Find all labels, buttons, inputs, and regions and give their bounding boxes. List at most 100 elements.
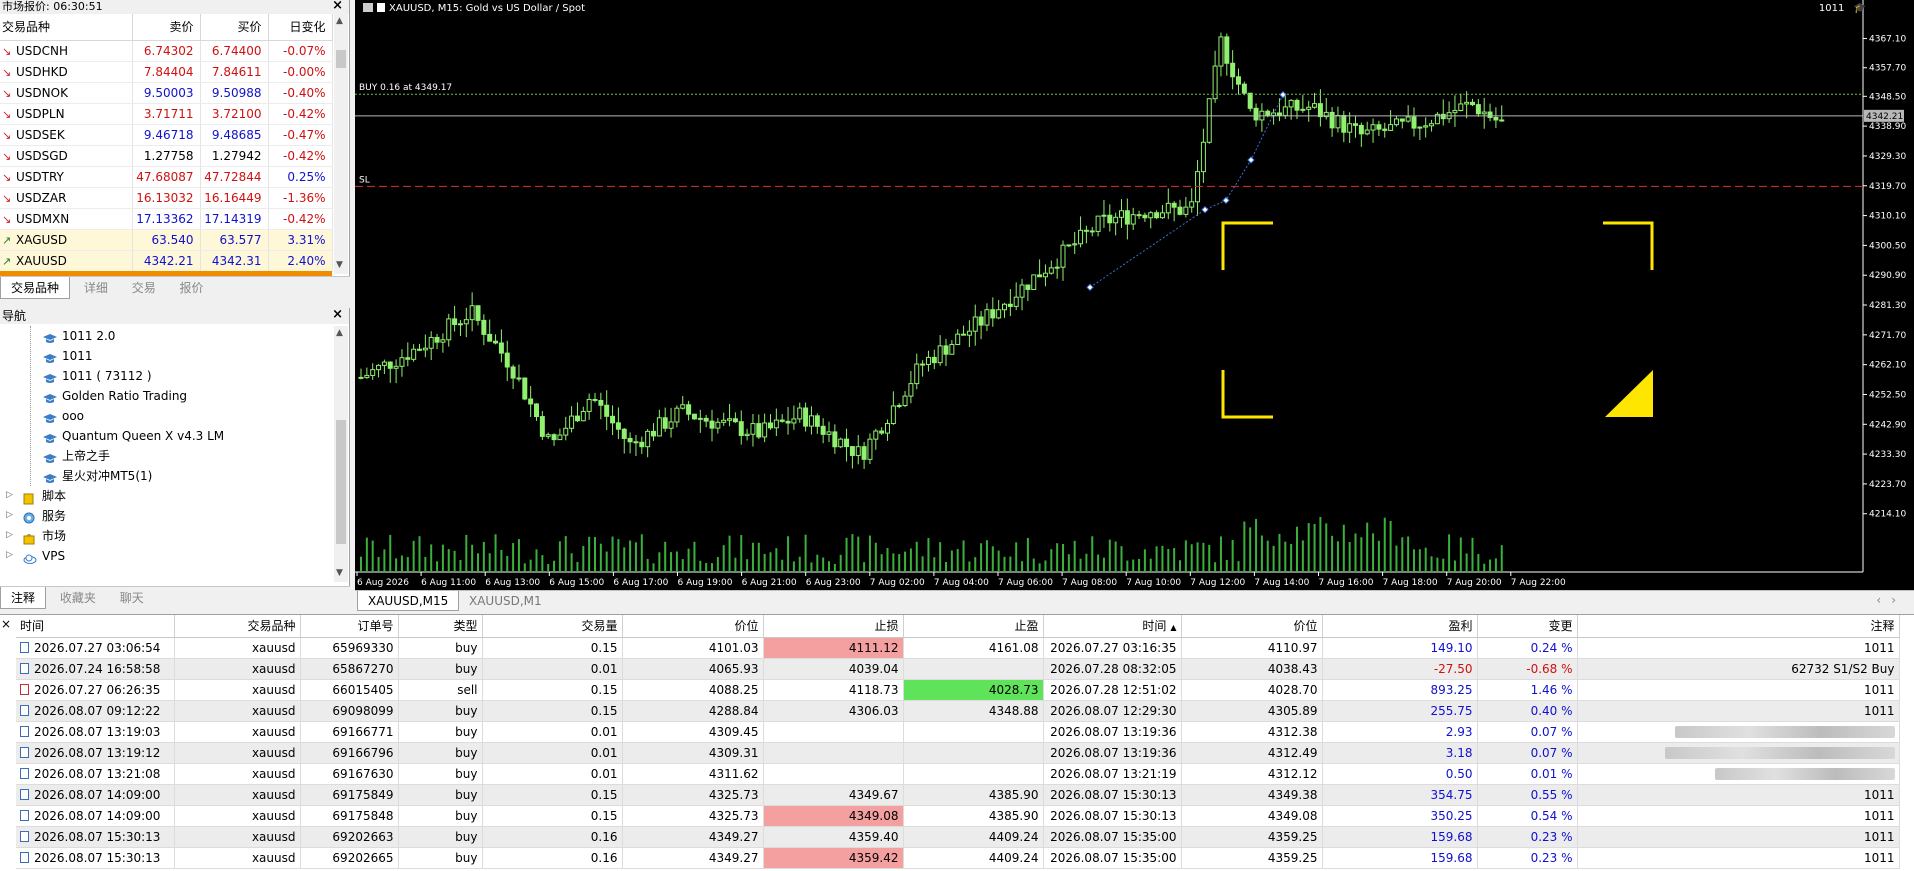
symbol-cell[interactable]: ↘ USDZAR (0, 187, 133, 209)
navigator-folder-item[interactable]: VPS (22, 546, 65, 566)
column-header-volume[interactable]: 交易量 (482, 615, 623, 638)
navigator-expert-item[interactable]: ooo (42, 406, 84, 426)
symbol-cell[interactable]: ↘ USDTRY (0, 166, 133, 188)
chart-canvas[interactable]: 4367.10 4357.70 4348.50 4338.90 4329.30 4319.… (355, 0, 1914, 590)
list-item[interactable]: ↘ USDZAR 16.13032 16.16449 -1.36% (0, 187, 333, 209)
list-item[interactable]: ↘ USDHKD 7.84404 7.84611 -0.00% (0, 61, 333, 83)
expert-cap-icon[interactable]: 🎓 (1854, 3, 1866, 14)
table-row[interactable]: 2026.08.07 09:12:22 xauusd 69098099 buy 0.15… (16, 700, 1900, 722)
list-item[interactable]: ↘ USDTRY 47.68087 47.72844 0.25% (0, 166, 333, 188)
price-chart[interactable]: 4367.10 4357.70 4348.50 4338.90 4329.30 4319.… (355, 0, 1914, 590)
symbol-cell[interactable]: ↘ USDNOK (0, 82, 133, 104)
expand-icon[interactable]: ▷ (6, 510, 13, 520)
expand-icon[interactable]: ▷ (6, 550, 13, 560)
close-icon[interactable]: × (332, 307, 343, 323)
candle-body (808, 415, 814, 427)
list-item[interactable]: ↘ USDSGD 1.27758 1.27942 -0.42% (0, 145, 333, 167)
column-header-symbol[interactable]: 交易品种 (174, 615, 301, 638)
list-item[interactable]: ↘ USDPLN 3.71711 3.72100 -0.42% (0, 103, 333, 125)
column-header-comment[interactable]: 注释 (1577, 615, 1900, 638)
table-row[interactable]: 2026.07.27 03:06:54 xauusd 65969330 buy 0.15… (16, 637, 1900, 659)
close-icon[interactable]: × (332, 0, 343, 12)
close-time-cell: 2026.07.28 08:32:05 (1043, 658, 1182, 680)
column-header-ticket[interactable]: 订单号 (300, 615, 399, 638)
tab-trading[interactable]: 交易 (122, 277, 166, 299)
table-row[interactable]: 2026.07.24 16:58:58 xauusd 65867270 buy 0.01… (16, 658, 1900, 680)
candle-body (691, 413, 697, 420)
symbol-cell[interactable]: ↘ USDSEK (0, 124, 133, 146)
navigator-folder-item[interactable]: 脚本 (22, 486, 66, 506)
symbol-cell[interactable]: ↘ USDPLN (0, 103, 133, 125)
list-item[interactable]: ↗ XAUUSD 4342.21 4342.31 2.40% (0, 250, 333, 272)
tab-favorites[interactable]: 收藏夹 (50, 587, 106, 609)
column-header-sl[interactable]: 止损 (763, 615, 904, 638)
table-row[interactable]: 2026.08.07 14:09:00 xauusd 69175849 buy 0.15… (16, 784, 1900, 806)
column-header-bid[interactable]: 卖价 (132, 14, 201, 41)
navigator-expert-item[interactable]: 1011 (42, 346, 93, 366)
column-header-open-time[interactable]: 时间 (16, 615, 175, 638)
chart-tab-xauusd-m1[interactable]: XAUUSD,M1 (459, 591, 552, 611)
expand-icon[interactable]: ▷ (6, 490, 13, 500)
column-header-change[interactable]: 变更 (1477, 615, 1578, 638)
column-header-tp[interactable]: 止盈 (903, 615, 1044, 638)
list-item[interactable]: ↘ USDMXN 17.13362 17.14319 -0.42% (0, 208, 333, 230)
column-header-symbol[interactable]: 交易品种 (0, 14, 133, 41)
table-row[interactable]: 2026.08.07 15:30:13 xauusd 69202665 buy 0.16… (16, 847, 1900, 869)
expand-icon[interactable]: ▷ (6, 530, 13, 540)
tab-details[interactable]: 详细 (74, 277, 118, 299)
close-icon[interactable]: × (1, 617, 11, 631)
column-header-profit[interactable]: 盈利 (1322, 615, 1478, 638)
symbol-cell[interactable]: ↗ XAUUSD (0, 250, 133, 272)
market-watch-scrollbar[interactable]: ▲ ▼ (334, 14, 348, 274)
symbol-cell[interactable]: ↘ USDMXN (0, 208, 133, 230)
symbol-cell[interactable]: ↘ USDSGD (0, 145, 133, 167)
chart-tabs-scroll-icon[interactable]: ‹› (1876, 593, 1906, 607)
change-cell: 0.23 % (1477, 826, 1578, 848)
candle-body (393, 365, 399, 369)
table-row[interactable]: 2026.08.07 13:19:03 xauusd 69166771 buy 0.01… (16, 721, 1900, 743)
column-header-ask[interactable]: 买价 (200, 14, 269, 41)
chart-tab-xauusd-m15[interactable]: XAUUSD,M15 (357, 591, 460, 611)
navigator-scrollbar[interactable]: ▲ ▼ (334, 326, 348, 582)
symbol-cell[interactable]: ↘ USDHKD (0, 61, 133, 83)
column-header-type[interactable]: 类型 (398, 615, 483, 638)
column-header-close-time[interactable]: 时间 ▲ (1043, 615, 1182, 638)
navigator-expert-item[interactable]: 1011 2.0 (42, 326, 115, 346)
column-header-close-price[interactable]: 价位 (1181, 615, 1323, 638)
list-item[interactable]: ↘ USDSEK 9.46718 9.48685 -0.47% (0, 124, 333, 146)
navigator-expert-item[interactable]: 上帝之手 (42, 446, 110, 466)
column-header-open-price[interactable]: 价位 (622, 615, 764, 638)
symbol-name: USDNOK (16, 85, 68, 100)
list-item[interactable]: ↗ XAGUSD 63.540 63.577 3.31% (0, 229, 333, 251)
volume-bar (541, 555, 544, 572)
scroll-down-icon[interactable]: ▼ (336, 260, 343, 270)
tab-common[interactable]: 注释 (0, 587, 47, 609)
column-header-change[interactable]: 日变化 (268, 14, 333, 41)
volume-bar (1249, 527, 1252, 572)
scroll-down-icon[interactable]: ▼ (336, 568, 343, 578)
tab-ticks[interactable]: 报价 (170, 277, 214, 299)
navigator-expert-item[interactable]: 1011 ( 73112 ) (42, 366, 152, 386)
tab-chat[interactable]: 聊天 (110, 587, 154, 609)
symbol-cell[interactable]: ↘ USDCNH (0, 40, 133, 62)
navigator-folder-item[interactable]: 市场 (22, 526, 66, 546)
navigator-expert-item[interactable]: 星火对冲MT5(1) (42, 466, 152, 486)
candle-body (1464, 101, 1470, 105)
list-item[interactable]: ↘ USDNOK 9.50003 9.50988 -0.40% (0, 82, 333, 104)
tab-symbols[interactable]: 交易品种 (0, 277, 71, 299)
list-item[interactable]: ↘ USDCNH 6.74302 6.74400 -0.07% (0, 40, 333, 62)
scrollbar-thumb[interactable] (336, 50, 346, 68)
table-row[interactable]: 2026.08.07 14:09:00 xauusd 69175848 buy 0.15… (16, 805, 1900, 827)
table-row[interactable]: 2026.08.07 13:21:08 xauusd 69167630 buy 0.01… (16, 763, 1900, 785)
table-row[interactable]: 2026.07.27 06:26:35 xauusd 66015405 sell 0.1… (16, 679, 1900, 701)
navigator-expert-item[interactable]: Quantum Queen X v4.3 LM (42, 426, 224, 446)
scroll-up-icon[interactable]: ▲ (336, 328, 343, 338)
table-row[interactable]: 2026.08.07 13:19:12 xauusd 69166796 buy 0.01… (16, 742, 1900, 764)
table-row[interactable]: 2026.08.07 15:30:13 xauusd 69202663 buy 0.16… (16, 826, 1900, 848)
symbol-cell[interactable]: ↗ XAGUSD (0, 229, 133, 251)
scrollbar-thumb[interactable] (336, 420, 346, 544)
scroll-up-icon[interactable]: ▲ (336, 16, 343, 26)
navigator-folder-item[interactable]: 服务 (22, 506, 66, 526)
navigator-expert-item[interactable]: Golden Ratio Trading (42, 386, 187, 406)
candle-body (1241, 83, 1247, 94)
